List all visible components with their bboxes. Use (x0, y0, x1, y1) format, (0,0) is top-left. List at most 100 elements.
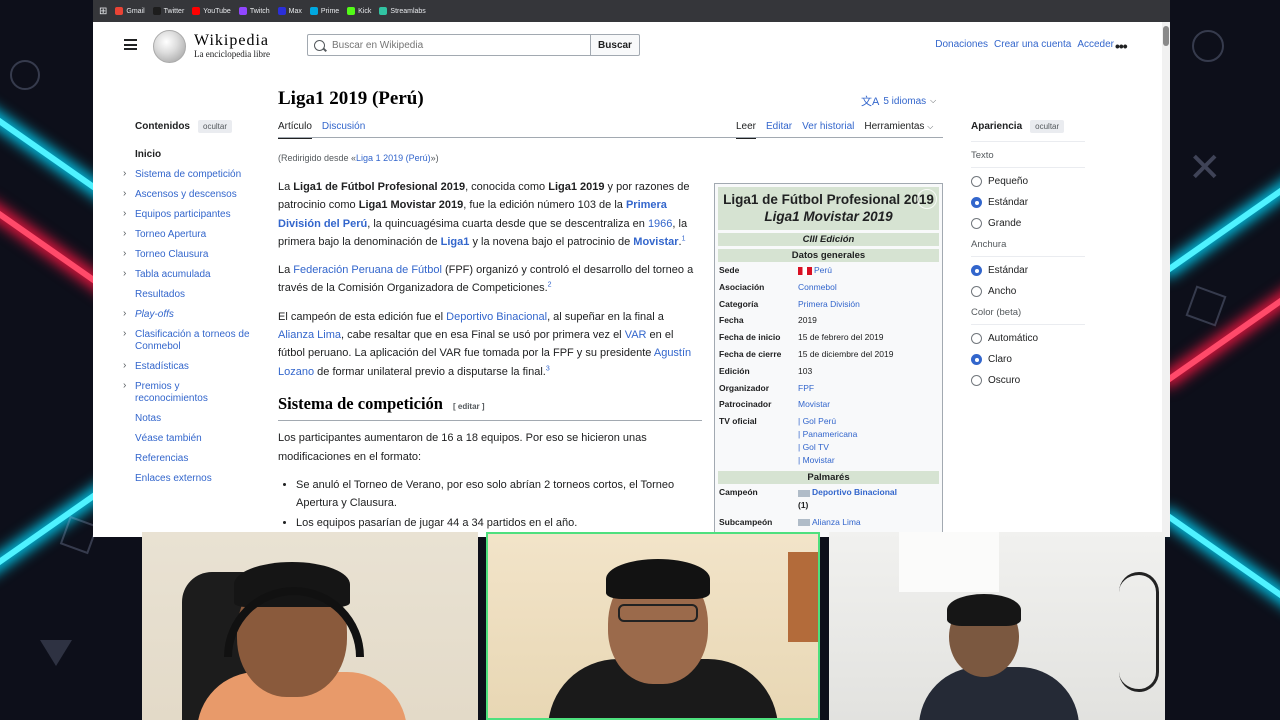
toc-item[interactable]: › Play-offs (123, 308, 255, 321)
toc-link[interactable]: Play-offs (135, 309, 174, 320)
chevron-right-icon[interactable]: › (123, 268, 126, 280)
search-box[interactable] (307, 34, 591, 56)
chevron-right-icon[interactable]: › (123, 360, 126, 372)
tv-link[interactable]: | Gol TV (798, 441, 939, 454)
radio-color-light[interactable]: Claro (971, 354, 1085, 365)
login-link[interactable]: Acceder (1077, 39, 1114, 50)
link-liga1[interactable]: Liga1 (441, 236, 470, 248)
toc-link[interactable]: Clasificación a torneos de Conmebol (135, 329, 250, 352)
page-scrollbar[interactable] (1162, 22, 1170, 537)
toc-link[interactable]: Resultados (135, 289, 185, 300)
toc-item[interactable]: Inicio (135, 149, 255, 161)
wikipedia-wordmark[interactable]: Wikipedia (194, 32, 269, 50)
link-var[interactable]: VAR (625, 329, 647, 341)
infobox-link[interactable]: Conmebol (798, 282, 837, 292)
chevron-right-icon[interactable]: › (123, 208, 126, 220)
bookmark-gmail[interactable]: Gmail (115, 7, 145, 15)
language-button[interactable]: 文A 5 idiomas ⌵ (861, 93, 936, 109)
radio-color-auto[interactable]: Automático (971, 333, 1085, 344)
toc-item[interactable]: › Torneo Apertura (123, 228, 255, 241)
chevron-right-icon[interactable]: › (123, 308, 126, 320)
toc-link[interactable]: Equipos participantes (135, 209, 231, 220)
chevron-right-icon[interactable]: › (123, 168, 126, 180)
toc-link[interactable]: Ascensos y descensos (135, 189, 237, 200)
chevron-right-icon[interactable]: › (123, 228, 126, 240)
radio-text-standard[interactable]: Estándar (971, 197, 1085, 208)
search-button[interactable]: Buscar (590, 34, 640, 56)
toc-item[interactable]: Referencias (135, 453, 255, 465)
runnerup-link[interactable]: Alianza Lima (812, 517, 861, 527)
create-account-link[interactable]: Crear una cuenta (994, 39, 1071, 50)
radio-text-large[interactable]: Grande (971, 218, 1085, 229)
tv-link[interactable]: | Gol Perú (798, 415, 939, 428)
toc-item[interactable]: Enlaces externos (135, 473, 255, 485)
radio-width-wide[interactable]: Ancho (971, 286, 1085, 297)
radio-button[interactable] (971, 375, 982, 386)
bookmark-kick[interactable]: Kick (347, 7, 371, 15)
toc-link[interactable]: Enlaces externos (135, 473, 212, 484)
infobox-link[interactable]: FPF (798, 383, 814, 393)
bookmark-max[interactable]: Max (277, 7, 302, 15)
toc-link[interactable]: Véase también (135, 433, 202, 444)
toc-link[interactable]: Notas (135, 413, 161, 424)
donate-link[interactable]: Donaciones (935, 39, 988, 50)
radio-button-selected[interactable] (971, 354, 982, 365)
radio-button[interactable] (971, 218, 982, 229)
edit-section-link[interactable]: [ editar ] (453, 398, 485, 416)
reference-link[interactable]: 3 (546, 365, 550, 372)
toc-link[interactable]: Referencias (135, 453, 188, 464)
toc-item[interactable]: › Tabla acumulada (123, 268, 255, 281)
infobox-link[interactable]: Primera División (798, 299, 860, 309)
apps-grid-icon[interactable]: ⊞ (99, 6, 107, 17)
toc-item[interactable]: › Clasificación a torneos de Conmebol (123, 328, 255, 353)
bookmark-twitch[interactable]: Twitch (238, 7, 270, 15)
toc-link[interactable]: Estadísticas (135, 361, 189, 372)
more-options-icon[interactable]: ••• (1115, 38, 1128, 54)
toc-item[interactable]: › Torneo Clausura (123, 248, 255, 261)
link-fpf[interactable]: Federación Peruana de Fútbol (293, 264, 442, 276)
toc-item[interactable]: › Ascensos y descensos (123, 188, 255, 201)
wikipedia-globe-logo[interactable] (153, 30, 186, 63)
reference-link[interactable]: 1 (682, 235, 686, 242)
infobox-link[interactable]: Movistar (798, 399, 830, 409)
link-1966[interactable]: 1966 (648, 218, 672, 230)
bookmark-streamlabs[interactable]: Streamlabs (379, 7, 426, 15)
toc-link[interactable]: Sistema de competición (135, 169, 241, 180)
redirect-link[interactable]: Liga 1 2019 (Perú) (356, 153, 431, 163)
radio-color-dark[interactable]: Oscuro (971, 375, 1085, 386)
tv-link[interactable]: | Movistar (798, 454, 939, 467)
appearance-hide-button[interactable]: ocultar (1030, 120, 1065, 133)
toc-link[interactable]: Tabla acumulada (135, 269, 211, 280)
tv-link[interactable]: | Panamericana (798, 428, 939, 441)
link-deportivo-binacional[interactable]: Deportivo Binacional (446, 311, 547, 323)
radio-button[interactable] (971, 286, 982, 297)
search-input[interactable] (332, 39, 572, 51)
radio-text-small[interactable]: Pequeño (971, 176, 1085, 187)
radio-button-selected[interactable] (971, 197, 982, 208)
champion-link[interactable]: Deportivo Binacional (812, 487, 897, 497)
toc-item[interactable]: Resultados (135, 289, 255, 301)
chevron-right-icon[interactable]: › (123, 188, 126, 200)
bookmark-prime[interactable]: Prime (309, 7, 339, 15)
link-alianza-lima[interactable]: Alianza Lima (278, 329, 341, 341)
toc-item[interactable]: › Premios y reconocimientos (123, 380, 255, 405)
bookmark-twitter[interactable]: Twitter (152, 7, 184, 15)
toc-item[interactable]: › Equipos participantes (123, 208, 255, 221)
toc-link[interactable]: Torneo Apertura (135, 229, 206, 240)
scrollbar-thumb[interactable] (1163, 26, 1169, 46)
link-movistar[interactable]: Movistar (633, 236, 678, 248)
reference-link[interactable]: 2 (548, 282, 552, 289)
toc-link[interactable]: Torneo Clausura (135, 249, 208, 260)
toc-item[interactable]: Véase también (135, 433, 255, 445)
menu-icon[interactable] (124, 39, 137, 50)
radio-width-standard[interactable]: Estándar (971, 265, 1085, 276)
bookmark-youtube[interactable]: YouTube (192, 7, 231, 15)
radio-button[interactable] (971, 333, 982, 344)
toc-link[interactable]: Premios y reconocimientos (135, 381, 208, 404)
chevron-right-icon[interactable]: › (123, 248, 126, 260)
toc-item[interactable]: › Estadísticas (123, 360, 255, 373)
chevron-right-icon[interactable]: › (123, 328, 126, 340)
chevron-right-icon[interactable]: › (123, 380, 126, 392)
toc-item[interactable]: Notas (135, 413, 255, 425)
radio-button[interactable] (971, 176, 982, 187)
